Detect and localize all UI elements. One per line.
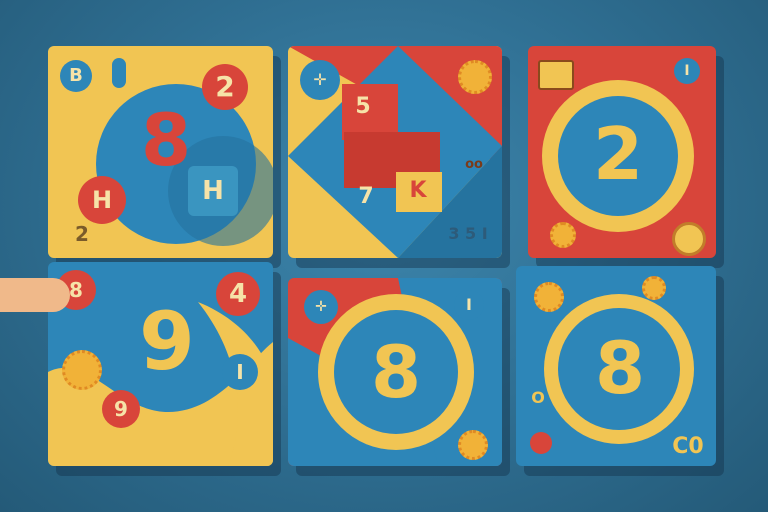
sun-icon	[458, 60, 492, 94]
badge-4: 4	[216, 272, 260, 316]
coin-icon	[530, 432, 552, 454]
sun-icon	[62, 350, 102, 390]
key-icon	[112, 58, 126, 88]
sun-icon	[550, 222, 576, 248]
badge-b: B	[60, 60, 92, 92]
big-number: 9	[139, 295, 195, 388]
corner-text: C0	[672, 434, 704, 459]
key-icon: ✛	[304, 290, 338, 324]
gear-icon: ✛	[300, 60, 340, 100]
key-icon: I	[674, 58, 700, 84]
corner-text: 2	[75, 222, 89, 246]
left-text: O	[531, 388, 545, 407]
big-number: 8	[594, 326, 646, 410]
big-number: 8	[370, 330, 422, 414]
badge-h-left: H	[78, 176, 126, 224]
mid-right: K	[409, 178, 427, 203]
sun-icon	[642, 276, 666, 300]
calendar-icon	[538, 60, 574, 90]
badge-h-right: H	[188, 166, 238, 216]
right-text: oo	[465, 157, 483, 172]
sun-icon	[458, 430, 488, 460]
tile-blocks[interactable]: ✛ 5 7 K oo 3 5 I	[288, 46, 502, 258]
tile-number-8-center[interactable]: 8 ✛ I	[288, 278, 502, 466]
badge-right: I	[222, 354, 258, 390]
badge-2: 2	[202, 64, 248, 110]
tile-number-8-right[interactable]: 8 O C0	[516, 266, 716, 466]
tile-number-9[interactable]: 9 4 8 I 9	[48, 262, 273, 466]
big-number: 2	[592, 112, 644, 196]
sun-icon	[534, 282, 564, 312]
coin-icon	[672, 222, 706, 256]
badge-bottom: 9	[102, 390, 140, 428]
block-label: 5	[355, 94, 371, 119]
mid-left: 7	[358, 184, 374, 209]
corner-text: 3 5 I	[448, 224, 488, 243]
key-icon: I	[454, 290, 484, 320]
tile-number-2[interactable]: 2 I	[528, 46, 716, 258]
hand-icon	[0, 278, 70, 312]
tile-number-8[interactable]: B 2 8 H H 2	[48, 46, 273, 258]
